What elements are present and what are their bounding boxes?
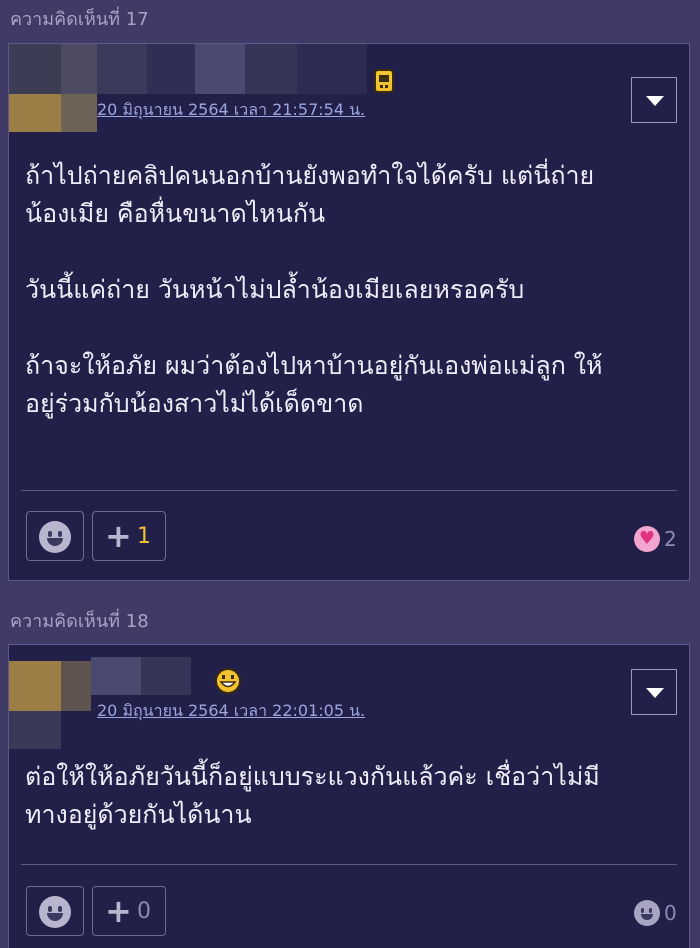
reaction-count: 0 xyxy=(664,901,677,925)
plus-count: 1 xyxy=(137,524,151,549)
avatar[interactable] xyxy=(9,661,93,749)
comment-label: ความคิดเห็นที่ 18 xyxy=(10,611,149,632)
username-blurred[interactable] xyxy=(91,657,191,695)
options-dropdown-button[interactable] xyxy=(631,77,677,123)
avatar[interactable] xyxy=(9,44,99,132)
comment-body: ถ้าไปถ่ายคลิปคนนอกบ้านยังพอทำใจได้ครับ แ… xyxy=(25,161,603,418)
smiley-icon xyxy=(39,896,71,928)
yellow-device-badge-icon xyxy=(374,69,394,93)
divider xyxy=(21,490,677,491)
comment-timestamp[interactable]: 20 มิถุนายน 2564 เวลา 21:57:54 น. xyxy=(97,100,365,120)
reaction-count: 2 xyxy=(664,527,677,551)
plus-vote-button[interactable]: + 0 xyxy=(92,886,166,936)
options-dropdown-button[interactable] xyxy=(631,669,677,715)
comment-card: 20 มิถุนายน 2564 เวลา 21:57:54 น. ถ้าไปถ… xyxy=(8,43,690,581)
comment-card: 20 มิถุนายน 2564 เวลา 22:01:05 น. ต่อให้… xyxy=(8,644,690,948)
divider xyxy=(21,864,677,865)
plus-icon: + xyxy=(105,892,132,930)
grin-emoji-icon xyxy=(215,668,241,694)
comment-label: ความคิดเห็นที่ 17 xyxy=(10,9,149,30)
emotion-button[interactable] xyxy=(26,886,84,936)
comment-timestamp[interactable]: 20 มิถุนายน 2564 เวลา 22:01:05 น. xyxy=(97,701,365,721)
chevron-down-icon xyxy=(646,96,664,106)
smiley-icon[interactable] xyxy=(634,900,660,926)
comment-body: ต่อให้ให้อภัยวันนี้ก็อยู่แบบระแวงกันแล้ว… xyxy=(25,762,600,829)
smiley-icon xyxy=(39,521,71,553)
emotion-button[interactable] xyxy=(26,511,84,561)
plus-vote-button[interactable]: + 1 xyxy=(92,511,166,561)
plus-count: 0 xyxy=(137,899,151,924)
chevron-down-icon xyxy=(646,688,664,698)
username-blurred[interactable] xyxy=(97,44,367,94)
plus-icon: + xyxy=(105,517,132,555)
heart-icon[interactable]: ♥ xyxy=(634,526,660,552)
